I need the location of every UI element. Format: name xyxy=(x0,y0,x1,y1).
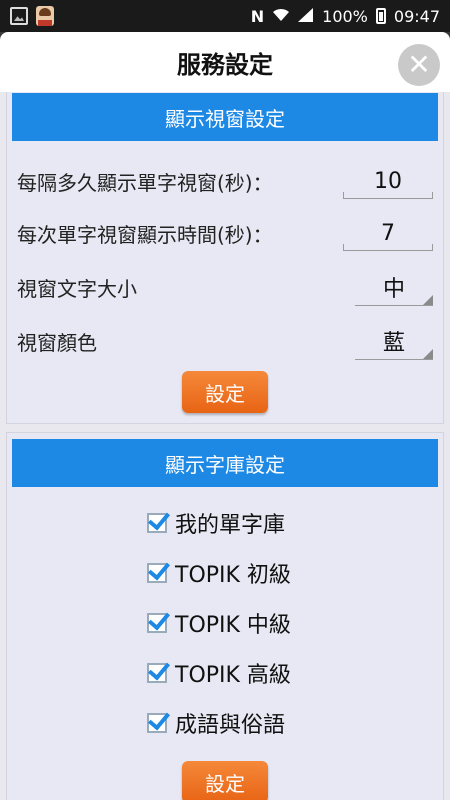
library-checkbox-my-words[interactable]: 我的單字庫 xyxy=(147,503,285,543)
status-left xyxy=(10,6,54,26)
clock: 09:47 xyxy=(393,6,440,26)
library-item-label: TOPIK 初級 xyxy=(175,563,291,588)
dialog-content[interactable]: 顯示視窗設定 每隔多久顯示單字視窗(秒)： 10 每次單字視窗顯示時間(秒)： … xyxy=(0,92,450,800)
battery-icon xyxy=(375,8,386,24)
close-button[interactable]: ✕ xyxy=(398,44,440,86)
library-checkbox-topik-advanced[interactable]: TOPIK 高級 xyxy=(147,653,291,693)
dialog-title: 服務設定 xyxy=(177,50,273,79)
library-checkbox-topik-beginner[interactable]: TOPIK 初級 xyxy=(147,553,291,593)
library-item-label: 我的單字庫 xyxy=(175,513,286,538)
status-right: N 100% 09:47 xyxy=(251,7,440,26)
duration-row: 每次單字視窗顯示時間(秒)： 7 xyxy=(17,211,433,255)
library-item-label: 成語與俗語 xyxy=(175,713,286,738)
font-size-select[interactable]: 中 xyxy=(355,268,433,306)
battery-percent: 100% xyxy=(322,6,368,26)
library-item-label: TOPIK 中級 xyxy=(175,613,291,638)
window-settings-save-button[interactable]: 設定 xyxy=(182,371,268,413)
library-settings-header: 顯示字庫設定 xyxy=(12,439,438,487)
nfc-icon: N xyxy=(250,6,265,26)
interval-label: 每隔多久顯示單字視窗(秒)： xyxy=(17,170,273,195)
color-label: 視窗顏色 xyxy=(17,330,97,355)
duration-input[interactable]: 7 xyxy=(343,215,433,251)
color-select[interactable]: 藍 xyxy=(355,322,433,360)
checkbox-checked-icon xyxy=(147,513,167,533)
status-bar: N 100% 09:47 xyxy=(0,0,450,32)
font-size-row: 視窗文字大小 中 xyxy=(17,265,433,309)
library-checkbox-topik-intermediate[interactable]: TOPIK 中級 xyxy=(147,603,291,643)
wifi-icon xyxy=(272,7,290,26)
checkbox-checked-icon xyxy=(147,713,167,733)
app-notification-icon xyxy=(36,6,54,26)
interval-row: 每隔多久顯示單字視窗(秒)： 10 xyxy=(17,159,433,203)
gallery-notification-icon xyxy=(10,7,28,25)
color-row: 視窗顏色 藍 xyxy=(17,319,433,363)
library-item-label: TOPIK 高級 xyxy=(175,663,291,688)
window-settings-panel: 顯示視窗設定 每隔多久顯示單字視窗(秒)： 10 每次單字視窗顯示時間(秒)： … xyxy=(6,92,444,424)
duration-label: 每次單字視窗顯示時間(秒)： xyxy=(17,222,273,247)
checkbox-checked-icon xyxy=(147,663,167,683)
service-settings-dialog: 服務設定 ✕ 顯示視窗設定 每隔多久顯示單字視窗(秒)： 10 每次單字視窗顯示… xyxy=(0,32,450,800)
library-settings-panel: 顯示字庫設定 我的單字庫 TOPIK 初級 TOPIK 中級 TOPIK 高級 … xyxy=(6,432,444,800)
window-settings-header: 顯示視窗設定 xyxy=(12,93,438,141)
font-size-label: 視窗文字大小 xyxy=(17,276,137,301)
dropdown-arrow-icon xyxy=(423,295,433,305)
font-size-value: 中 xyxy=(382,277,405,302)
dropdown-arrow-icon xyxy=(423,349,433,359)
cell-signal-icon xyxy=(298,7,314,26)
color-value: 藍 xyxy=(382,331,405,356)
library-settings-save-button[interactable]: 設定 xyxy=(182,761,268,800)
close-icon: ✕ xyxy=(407,48,431,81)
checkbox-checked-icon xyxy=(147,613,167,633)
checkbox-checked-icon xyxy=(147,563,167,583)
interval-input[interactable]: 10 xyxy=(343,163,433,199)
library-checkbox-idioms[interactable]: 成語與俗語 xyxy=(147,703,285,743)
